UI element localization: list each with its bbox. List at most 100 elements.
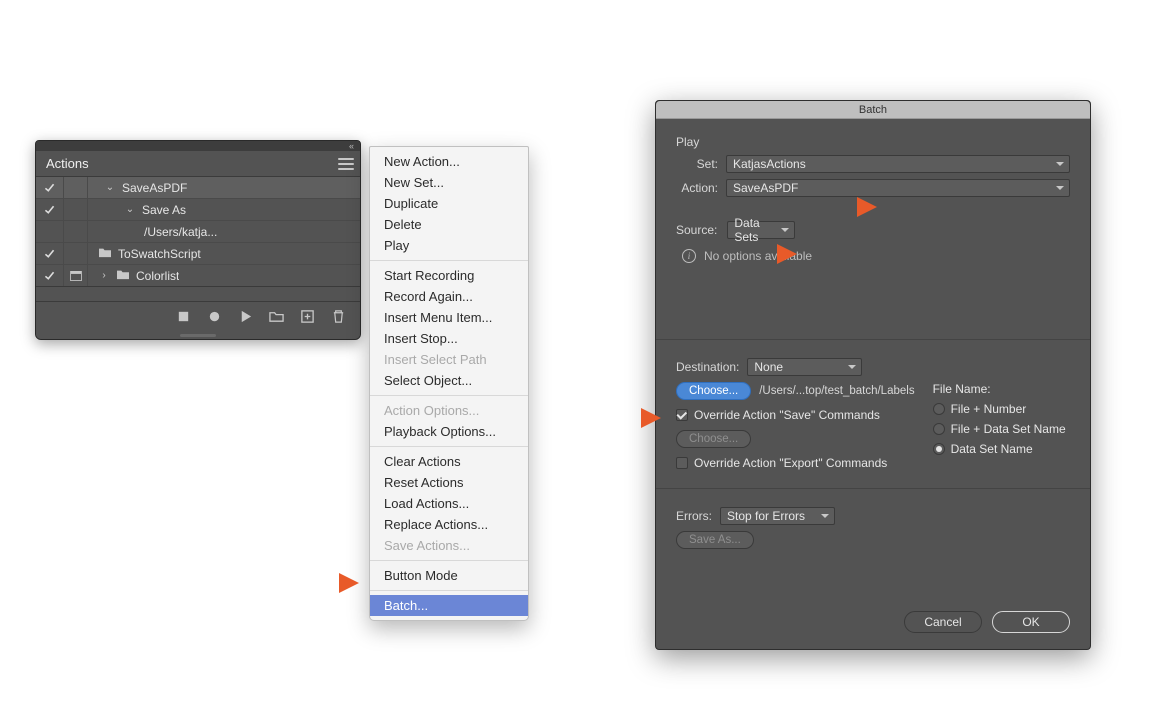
destination-path: /Users/...top/test_batch/Labels [759,385,914,397]
callout-arrow [641,408,661,428]
folder-icon [116,268,130,283]
dialog-footer: Cancel OK [656,595,1090,649]
action-row[interactable]: ⌄ Save As [36,199,360,221]
chevron-down-icon [848,365,856,369]
menu-item[interactable]: Clear Actions [370,451,528,472]
chevron-right-icon[interactable]: › [98,270,110,281]
menu-item[interactable]: Reset Actions [370,472,528,493]
trash-icon[interactable] [331,309,346,324]
cancel-button[interactable]: Cancel [904,611,982,633]
menu-item[interactable]: Load Actions... [370,493,528,514]
menu-item[interactable]: New Action... [370,151,528,172]
source-label: Source: [676,223,717,237]
chevron-down-icon [1056,186,1064,190]
errors-value: Stop for Errors [727,509,805,523]
toggle-dialog[interactable] [64,265,88,286]
menu-item[interactable]: Insert Stop... [370,328,528,349]
actions-header: Actions [36,151,360,177]
toggle-dialog[interactable] [64,221,88,242]
toggle-dialog[interactable] [64,243,88,264]
chevron-down-icon[interactable]: ⌄ [124,204,136,215]
action-label: ToSwatchScript [118,247,201,261]
toggle-checkmark[interactable] [36,243,64,264]
panel-menu-icon[interactable] [338,158,354,170]
toggle-dialog[interactable] [64,199,88,220]
action-row[interactable]: ⌄ SaveAsPDF [36,177,360,199]
folder-icon[interactable] [269,309,284,324]
errors-label: Errors: [676,509,712,523]
menu-separator [370,446,528,447]
filename-radio-2[interactable] [933,443,945,455]
stop-icon[interactable] [176,309,191,324]
filename-label: File Name: [933,382,1070,396]
collapse-bar[interactable]: « [36,141,360,151]
set-label: Set: [676,157,718,171]
menu-item[interactable]: Batch... [370,595,528,616]
menu-item[interactable]: Duplicate [370,193,528,214]
destination-value: None [754,360,783,374]
override-save-checkbox[interactable] [676,409,688,421]
menu-item[interactable]: Button Mode [370,565,528,586]
actions-list: ⌄ SaveAsPDF ⌄ Save As/Users/katja... ToSwatc… [36,177,360,287]
menu-item: Save Actions... [370,535,528,556]
dialog-titlebar[interactable]: Batch [656,101,1090,119]
action-value: SaveAsPDF [733,181,798,195]
menu-item: Action Options... [370,400,528,421]
chevron-down-icon[interactable]: ⌄ [104,182,116,193]
menu-item: Insert Select Path [370,349,528,370]
new-icon[interactable] [300,309,315,324]
filename-radio-0[interactable] [933,403,945,415]
action-row[interactable]: /Users/katja... [36,221,360,243]
record-icon[interactable] [207,309,222,324]
callout-arrow [339,573,359,593]
filename-option-0: File + Number [951,402,1027,416]
action-label: Save As [142,203,186,217]
menu-item[interactable]: Start Recording [370,265,528,286]
play-section-label: Play [676,135,1070,149]
menu-separator [370,560,528,561]
action-row[interactable]: ToSwatchScript [36,243,360,265]
menu-item[interactable]: Delete [370,214,528,235]
action-label: SaveAsPDF [122,181,187,195]
menu-item[interactable]: Play [370,235,528,256]
choose-export-button[interactable]: Choose... [676,430,751,448]
ok-button[interactable]: OK [992,611,1070,633]
source-value: Data Sets [734,216,778,244]
collapse-icon: « [349,141,354,151]
menu-item[interactable]: Insert Menu Item... [370,307,528,328]
menu-item[interactable]: Select Object... [370,370,528,391]
set-select[interactable]: KatjasActions [726,155,1070,173]
filename-radio-1[interactable] [933,423,945,435]
errors-select[interactable]: Stop for Errors [720,507,835,525]
menu-item[interactable]: Playback Options... [370,421,528,442]
toggle-dialog[interactable] [64,177,88,198]
actions-panel: « Actions ⌄ SaveAsPDF ⌄ Save As/Users/katja… [35,140,361,340]
menu-item[interactable]: Replace Actions... [370,514,528,535]
override-export-checkbox[interactable] [676,457,688,469]
action-select[interactable]: SaveAsPDF [726,179,1070,197]
toggle-checkmark[interactable] [36,177,64,198]
source-select[interactable]: Data Sets [727,221,795,239]
destination-label: Destination: [676,360,739,374]
play-icon[interactable] [238,309,253,324]
destination-select[interactable]: None [747,358,862,376]
actions-context-menu: New Action...New Set...DuplicateDeletePl… [369,146,529,621]
menu-item[interactable]: New Set... [370,172,528,193]
filename-option-2: Data Set Name [951,442,1033,456]
separator [656,488,1090,489]
toggle-checkmark[interactable] [36,265,64,286]
toggle-checkmark[interactable] [36,221,64,242]
menu-item[interactable]: Record Again... [370,286,528,307]
callout-arrow [857,197,877,217]
choose-destination-button[interactable]: Choose... [676,382,751,400]
save-as-button[interactable]: Save As... [676,531,754,549]
action-row[interactable]: ›Colorlist [36,265,360,287]
action-label: /Users/katja... [144,225,217,239]
toggle-checkmark[interactable] [36,199,64,220]
menu-separator [370,260,528,261]
set-value: KatjasActions [733,157,806,171]
menu-separator [370,395,528,396]
resize-handle[interactable] [36,331,360,339]
panel-title: Actions [46,156,338,171]
chevron-down-icon [781,228,789,232]
